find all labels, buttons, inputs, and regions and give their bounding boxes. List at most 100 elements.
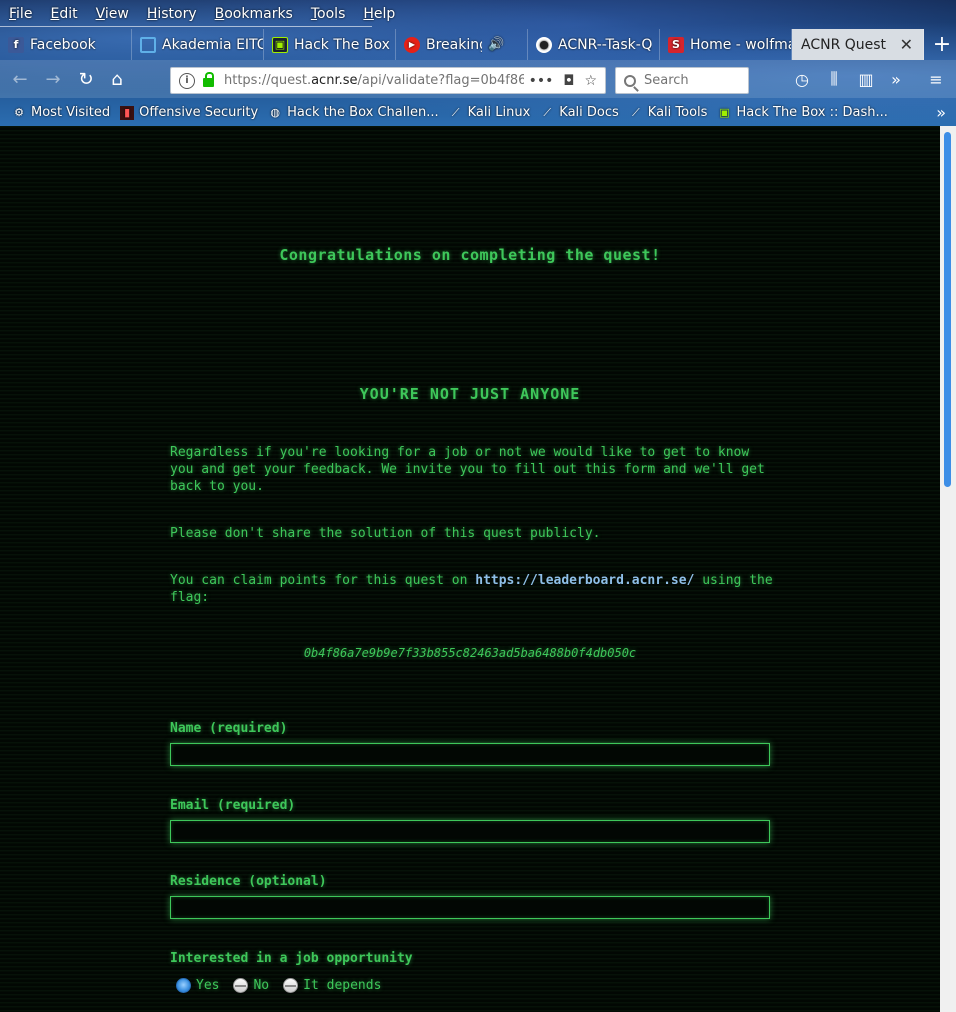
url-text[interactable]: https://quest.acnr.se/api/validate?flag=… bbox=[224, 73, 524, 88]
bookmark-label: Hack the Box Challen... bbox=[287, 105, 439, 120]
hamburger-menu-icon[interactable]: ≡ bbox=[924, 67, 948, 91]
bookmark-kali-docs[interactable]: ⟋ Kali Docs bbox=[540, 105, 619, 120]
hackthebox-icon: ▣ bbox=[719, 106, 730, 119]
leaderboard-link[interactable]: https://leaderboard.acnr.se/ bbox=[475, 573, 694, 588]
kali-icon: ⟋ bbox=[631, 105, 640, 119]
akademia-icon bbox=[140, 36, 156, 53]
scribd-icon: S bbox=[668, 36, 684, 53]
page-actions-icon[interactable]: ••• bbox=[529, 73, 554, 89]
page-content: Congratulations on completing the quest!… bbox=[0, 126, 940, 1012]
menu-view[interactable]: View bbox=[87, 6, 138, 22]
search-icon bbox=[624, 74, 636, 87]
gear-icon: ⚙ bbox=[14, 106, 24, 119]
url-path: /api/validate?flag=0b4f86a7e9b9e7f33b855… bbox=[357, 73, 524, 88]
scrollbar-thumb[interactable] bbox=[944, 132, 951, 487]
bookmark-star-icon[interactable]: ☆ bbox=[584, 73, 597, 89]
offsec-icon: ▮ bbox=[120, 105, 135, 120]
menu-help[interactable]: Help bbox=[354, 6, 404, 22]
name-label: Name (required) bbox=[170, 721, 288, 736]
page-scrollbar[interactable] bbox=[940, 126, 956, 1012]
bookmarks-overflow-icon[interactable]: » bbox=[936, 103, 946, 122]
close-icon[interactable]: ✕ bbox=[900, 35, 913, 54]
email-label: Email (required) bbox=[170, 798, 296, 813]
github-icon: ● bbox=[536, 36, 552, 53]
residence-field[interactable] bbox=[170, 896, 770, 919]
forward-icon[interactable]: → bbox=[41, 67, 65, 91]
menu-file[interactable]: File bbox=[0, 6, 41, 22]
claim-points-paragraph: You can claim points for this quest on h… bbox=[170, 572, 780, 606]
kali-icon: ⟋ bbox=[451, 105, 460, 119]
bookmark-label: Kali Docs bbox=[559, 105, 619, 120]
bookmark-label: Kali Linux bbox=[467, 105, 531, 120]
tab-label: Hack The Box bbox=[294, 36, 390, 53]
nav-bar: ← → ↻ ⌂ i https://quest.acnr.se/api/vali… bbox=[0, 60, 956, 98]
residence-label: Residence (optional) bbox=[170, 874, 327, 889]
info-icon[interactable]: i bbox=[179, 72, 195, 89]
tab-facebook[interactable]: f Facebook bbox=[0, 29, 132, 60]
bookmark-most-visited[interactable]: ⚙ Most Visited bbox=[12, 105, 110, 120]
bookmark-kali-linux[interactable]: ⟋ Kali Linux bbox=[449, 105, 531, 120]
intro-paragraph: Regardless if you're looking for a job o… bbox=[170, 445, 765, 494]
menu-bookmarks[interactable]: Bookmarks bbox=[206, 6, 302, 22]
hackthebox-icon: ▣ bbox=[272, 36, 288, 53]
bookmark-kali-tools[interactable]: ⟋ Kali Tools bbox=[629, 105, 708, 120]
congrats-heading: Congratulations on completing the quest! bbox=[279, 246, 661, 264]
tab-label: Home - wolfmath bbox=[690, 36, 791, 53]
home-icon[interactable]: ⌂ bbox=[105, 67, 129, 91]
history-icon[interactable]: ◷ bbox=[790, 67, 814, 91]
sidebar-icon[interactable]: ▥ bbox=[854, 67, 878, 91]
flag-value: 0b4f86a7e9b9e7f33b855c82463ad5ba6488b0f4… bbox=[303, 646, 637, 660]
bookmark-htb-challenges[interactable]: ◍ Hack the Box Challen... bbox=[268, 105, 438, 120]
tab-label: Breaking Bad bbox=[426, 36, 482, 53]
tab-label: Akademia EITC bbox=[162, 36, 263, 53]
tab-label: ACNR Quest complete bbox=[801, 36, 891, 53]
tab-hackthebox[interactable]: ▣ Hack The Box bbox=[264, 29, 396, 60]
bookmark-label: Hack The Box :: Dash... bbox=[736, 105, 888, 120]
tab-label: Facebook bbox=[30, 36, 96, 53]
share-warning-paragraph: Please don't share the solution of this … bbox=[170, 526, 601, 541]
menu-tools[interactable]: Tools bbox=[302, 6, 355, 22]
radio-no[interactable]: No bbox=[233, 978, 269, 993]
search-placeholder: Search bbox=[644, 73, 689, 88]
bookmarks-toolbar: ⚙ Most Visited ▮ Offensive Security ◍ Ha… bbox=[0, 99, 956, 126]
back-icon[interactable]: ← bbox=[8, 67, 32, 91]
radio-it-depends[interactable]: It depends bbox=[283, 978, 381, 993]
tab-akademia[interactable]: Akademia EITC bbox=[132, 29, 264, 60]
menu-bar: File Edit View History Bookmarks Tools H… bbox=[0, 0, 404, 28]
job-interest-radio-group: Yes No It depends bbox=[176, 978, 395, 993]
tab-acnr-active[interactable]: ACNR Quest complete ✕ bbox=[792, 29, 924, 60]
radio-no-label: No bbox=[253, 978, 270, 993]
youtube-icon: ▶ bbox=[404, 36, 420, 53]
tab-bar: f Facebook Akademia EITC ▣ Hack The Box … bbox=[0, 29, 956, 60]
name-field[interactable] bbox=[170, 743, 770, 766]
radio-yes[interactable]: Yes bbox=[176, 978, 219, 993]
url-tools: ••• ◘ ☆ bbox=[529, 73, 605, 89]
menu-history[interactable]: History bbox=[138, 6, 206, 22]
bookmark-htb-dashboard[interactable]: ▣ Hack The Box :: Dash... bbox=[717, 105, 888, 120]
email-field[interactable] bbox=[170, 820, 770, 843]
url-bar[interactable]: i https://quest.acnr.se/api/validate?fla… bbox=[170, 67, 606, 94]
radio-it-depends-label: It depends bbox=[303, 978, 382, 993]
new-tab-button[interactable]: + bbox=[928, 29, 956, 60]
menu-edit[interactable]: Edit bbox=[41, 6, 86, 22]
tab-youtube[interactable]: ▶ Breaking Bad 🔊 bbox=[396, 29, 528, 60]
bookmark-label: Offensive Security bbox=[139, 105, 259, 120]
search-input[interactable]: Search bbox=[615, 67, 749, 94]
tab-github[interactable]: ● ACNR--Task-Q bbox=[528, 29, 660, 60]
radio-no-button[interactable] bbox=[233, 978, 249, 993]
pocket-icon[interactable]: ◘ bbox=[563, 73, 574, 89]
bookmark-label: Most Visited bbox=[31, 105, 111, 120]
library-icon[interactable]: ⫼ bbox=[822, 67, 846, 91]
reload-icon[interactable]: ↻ bbox=[74, 67, 98, 91]
facebook-icon: f bbox=[8, 36, 24, 53]
tab-scribd[interactable]: S Home - wolfmath bbox=[660, 29, 792, 60]
url-domain: acnr.se bbox=[311, 73, 358, 88]
menu-divider bbox=[0, 26, 372, 27]
lock-icon bbox=[203, 72, 214, 87]
kali-icon: ⟋ bbox=[543, 105, 552, 119]
overflow-icon[interactable]: » bbox=[884, 67, 908, 91]
radio-it-depends-button[interactable] bbox=[283, 978, 299, 993]
speaker-icon[interactable]: 🔊 bbox=[488, 37, 504, 52]
radio-yes-button[interactable] bbox=[176, 978, 191, 993]
bookmark-offensive-security[interactable]: ▮ Offensive Security bbox=[120, 105, 258, 120]
